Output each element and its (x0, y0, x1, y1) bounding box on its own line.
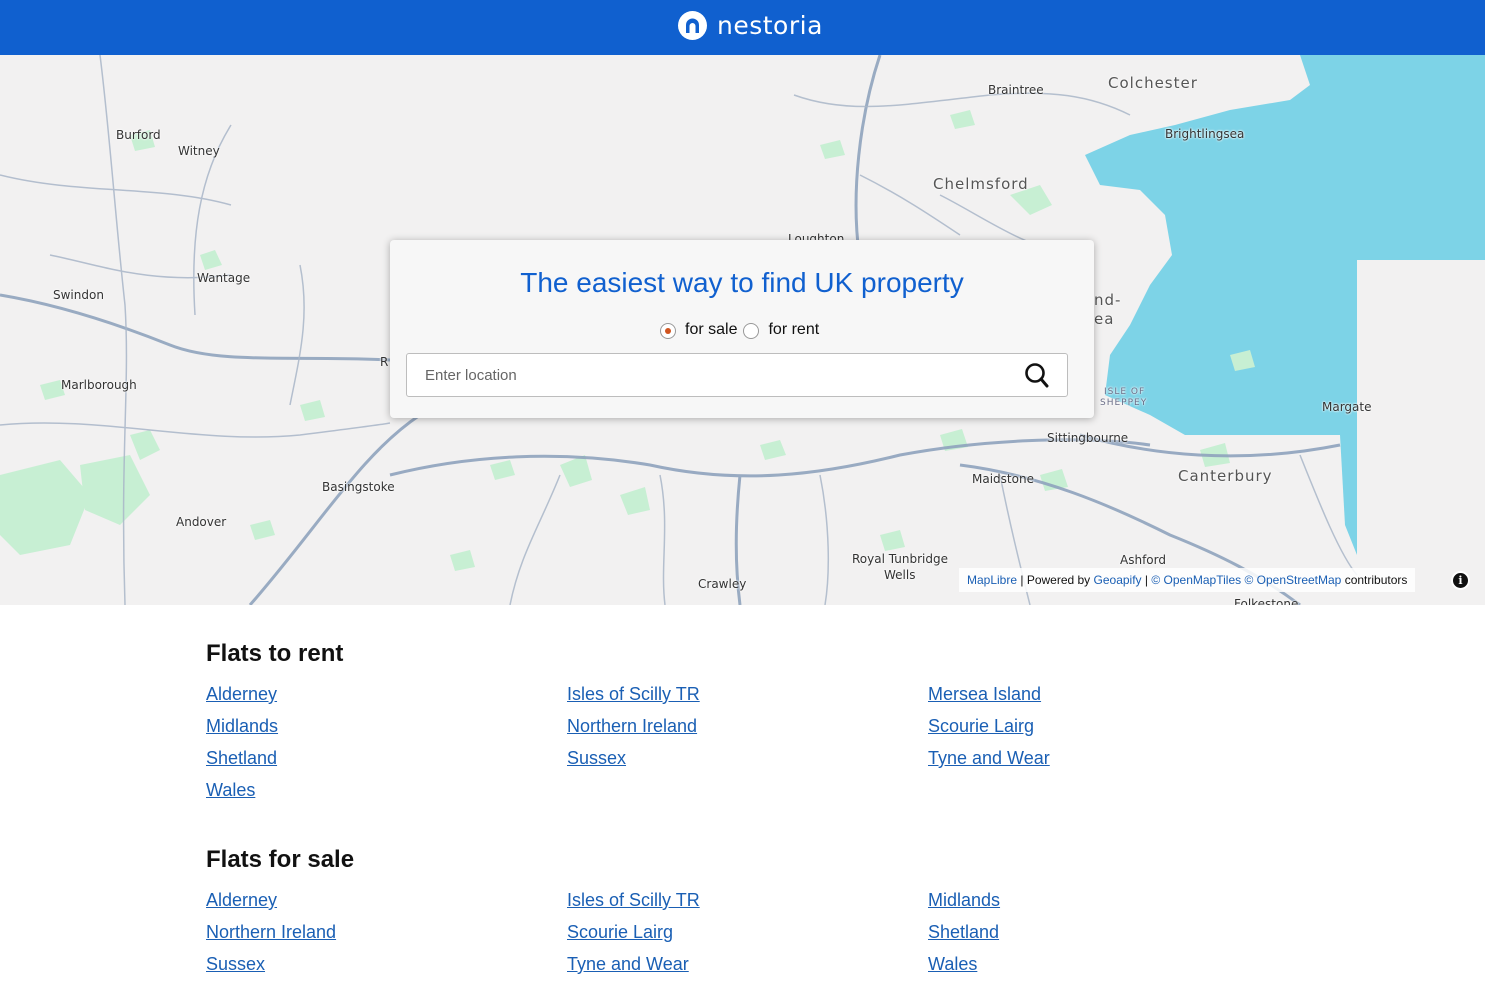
for-sale-radio[interactable] (660, 323, 676, 339)
search-panel: The easiest way to find UK property for … (390, 240, 1094, 418)
for-rent-radio[interactable] (743, 323, 760, 339)
map-label: Witney (178, 144, 220, 158)
map-label: Maidstone (972, 472, 1034, 486)
section-title: Flats for sale (206, 846, 355, 873)
sale-link[interactable]: Sussex (206, 954, 265, 975)
maplibre-link[interactable]: MapLibre (967, 573, 1017, 587)
map-label: Brightlingsea (1165, 127, 1245, 141)
map-label: Folkestone (1234, 597, 1299, 605)
sale-link[interactable]: Scourie Lairg (567, 922, 673, 943)
section-title: Flats to rent (206, 640, 344, 667)
map-label: Colchester (1108, 74, 1198, 92)
map-label: Sittingbourne (1047, 431, 1129, 445)
for-rent-label[interactable]: for rent (768, 321, 819, 339)
map-label: Royal Tunbridge (852, 552, 948, 566)
map-label: Chelmsford (933, 175, 1029, 193)
rent-link[interactable]: Scourie Lairg (928, 716, 1034, 737)
attribution-contributors: contributors (1341, 573, 1408, 587)
rent-link[interactable]: Northern Ireland (567, 716, 697, 737)
flats-to-rent-section: Flats to rent Alderney Isles of Scilly T… (206, 640, 1050, 800)
map-label: nd- (1094, 291, 1122, 309)
rent-link[interactable]: Sussex (567, 748, 626, 769)
search-button[interactable] (1023, 361, 1051, 389)
rent-link[interactable]: Shetland (206, 748, 277, 769)
map-label: Margate (1322, 400, 1372, 414)
map-label: R (380, 355, 389, 369)
map-label: Marlborough (61, 378, 137, 392)
map-label: Basingstoke (322, 480, 395, 494)
sale-link[interactable]: Northern Ireland (206, 922, 336, 943)
map-label: Swindon (53, 288, 104, 302)
location-input[interactable] (425, 354, 1005, 396)
map-label: Burford (116, 128, 161, 142)
sale-link[interactable]: Tyne and Wear (567, 954, 689, 975)
map-label: Wells (884, 568, 916, 582)
house-icon (678, 10, 707, 40)
brand-name: nestoria (717, 10, 823, 40)
map-label: SHEPPEY (1100, 398, 1148, 408)
rent-link[interactable]: Alderney (206, 684, 277, 705)
map-label: ISLE OF (1104, 387, 1146, 397)
openmaptiles-link[interactable]: © OpenMapTiles (1151, 573, 1241, 587)
flats-for-sale-section: Flats for sale Alderney Isles of Scilly … (206, 846, 1000, 974)
rent-link[interactable]: Tyne and Wear (928, 748, 1050, 769)
listing-type-selector: for sale for rent (660, 320, 825, 339)
map-label: Crawley (698, 577, 747, 591)
geoapify-link[interactable]: Geoapify (1094, 573, 1142, 587)
map-label: Wantage (197, 271, 251, 285)
map-label: ea (1094, 310, 1115, 328)
map-label: Andover (176, 515, 227, 529)
openstreetmap-link[interactable]: © OpenStreetMap (1244, 573, 1341, 587)
location-search-box (406, 353, 1068, 397)
sale-link[interactable]: Wales (928, 954, 977, 975)
info-icon: i (1453, 573, 1468, 588)
rent-link[interactable]: Mersea Island (928, 684, 1041, 705)
headline: The easiest way to find UK property (520, 267, 964, 298)
rent-link[interactable]: Wales (206, 780, 255, 801)
map-attribution: MapLibre | Powered by Geoapify | © OpenM… (959, 568, 1416, 592)
map-label: Ashford (1120, 553, 1166, 567)
sale-link[interactable]: Alderney (206, 890, 277, 911)
nestoria-logo-link[interactable]: nestoria (678, 9, 823, 41)
rent-link[interactable]: Isles of Scilly TR (567, 684, 700, 705)
attribution-text: | Powered by (1017, 573, 1094, 587)
map-label: Canterbury (1178, 467, 1273, 485)
attribution-separator: | (1141, 573, 1152, 587)
search-icon (1025, 363, 1049, 388)
sale-link[interactable]: Shetland (928, 922, 999, 943)
attribution-toggle-button[interactable]: i (1451, 571, 1470, 590)
top-bar: nestoria (0, 0, 1485, 55)
sale-link[interactable]: Isles of Scilly TR (567, 890, 700, 911)
map-label: Braintree (988, 83, 1044, 97)
rent-link[interactable]: Midlands (206, 716, 278, 737)
for-sale-label[interactable]: for sale (685, 321, 737, 339)
sale-link[interactable]: Midlands (928, 890, 1000, 911)
